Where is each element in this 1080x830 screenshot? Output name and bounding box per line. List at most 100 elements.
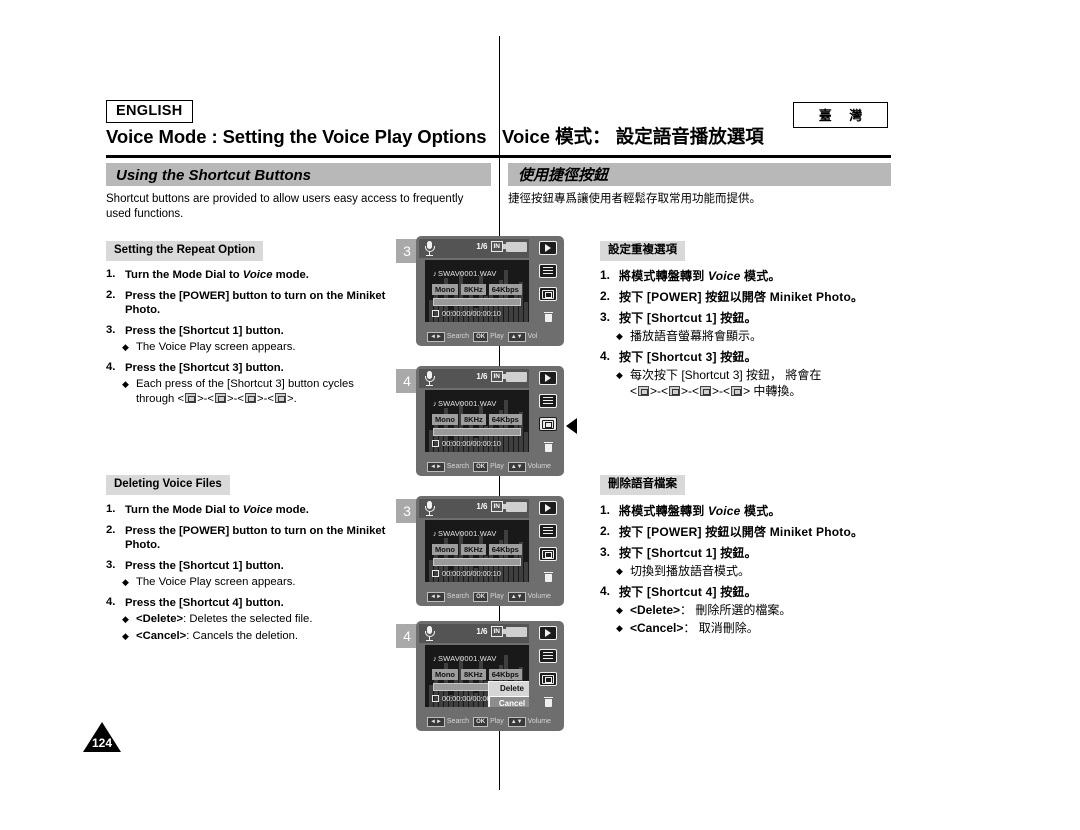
- step-number: 1.: [600, 268, 611, 282]
- hint-search: ◄► Search: [427, 591, 469, 602]
- lcd-content: ♪SWAV0001.WAV Mono 8KHz 64Kbps 00:00:00/…: [425, 260, 529, 322]
- delete-option-label: <Delete>: [136, 613, 184, 625]
- step-item: 3. Press the [Shortcut 1] button. ◆ The V…: [106, 324, 396, 355]
- device-screenshot-3: 3 1/6 IN ♪SWAV0001.WAV Mono 8KHz 64Kbps …: [396, 496, 564, 606]
- shortcut-2-filelist-button[interactable]: [539, 649, 557, 663]
- play-icon: [545, 629, 551, 637]
- lcd-hint-bar: ◄► Search OK Play ▲▼ Volume: [419, 460, 551, 473]
- audio-channel-tag: Mono: [432, 284, 458, 295]
- file-list-icon: [543, 266, 553, 276]
- step-text: 按下 [Shortcut 1] 按鈕。: [619, 546, 757, 560]
- music-note-icon: ♪: [433, 654, 437, 663]
- popup-delete-option[interactable]: Delete: [489, 682, 529, 696]
- shortcut-4-delete-button[interactable]: [539, 310, 557, 324]
- step-bullet: ◆ <Cancel>: Cancels the deletion.: [122, 629, 299, 642]
- step-number: 2.: [600, 289, 611, 303]
- hint-play: OK Play: [473, 716, 504, 727]
- shortcut-button-column: [531, 499, 561, 603]
- repeat-icon: [542, 674, 554, 684]
- step-text: Press the [POWER] button to turn on the …: [125, 289, 386, 317]
- step-bullet: ◆ 每次按下 [Shortcut 3] 按鈕， 將會在 < >-< >-< >-< > 中…: [616, 368, 822, 398]
- battery-icon: [503, 371, 527, 382]
- step-number: 4.: [600, 349, 611, 363]
- battery-icon: [503, 501, 527, 512]
- diamond-bullet-icon: ◆: [616, 605, 623, 615]
- shortcut-1-play-button[interactable]: [539, 501, 557, 515]
- step-number: 4.: [600, 584, 611, 598]
- shortcut-3-repeat-button[interactable]: [539, 547, 557, 561]
- step-item: 2. Press the [POWER] button to turn on t…: [106, 289, 396, 318]
- shortcut-4-delete-button[interactable]: [539, 695, 557, 709]
- diamond-bullet-icon: ◆: [616, 623, 623, 633]
- audio-bitrate-tag: 64Kbps: [488, 669, 522, 680]
- repeat-all-icon: [638, 386, 650, 396]
- hint-play: OK Play: [473, 331, 504, 342]
- shortcut-2-filelist-button[interactable]: [539, 524, 557, 538]
- shortcut-2-filelist-button[interactable]: [539, 264, 557, 278]
- hint-search: ◄► Search: [427, 716, 469, 727]
- audio-bitrate-tag: 64Kbps: [488, 284, 522, 295]
- stop-icon: [432, 440, 439, 447]
- hint-play: OK Play: [473, 461, 504, 472]
- shortcut-1-play-button[interactable]: [539, 626, 557, 640]
- shortcut-3-repeat-button[interactable]: [539, 672, 557, 686]
- audio-format-tags: Mono 8KHz 64Kbps: [432, 284, 522, 295]
- shortcut-button-column: [531, 369, 561, 473]
- play-icon: [545, 374, 551, 382]
- callout-pointer-icon: [566, 418, 577, 434]
- lcd-status-bar: 1/6 IN: [419, 499, 529, 518]
- shortcut-2-filelist-button[interactable]: [539, 394, 557, 408]
- popup-cancel-option[interactable]: Cancel: [489, 696, 529, 707]
- file-counter: 1/6: [476, 627, 488, 636]
- step-number: 1.: [106, 268, 116, 280]
- music-note-icon: ♪: [433, 399, 437, 408]
- playback-progress-bar[interactable]: [433, 298, 521, 306]
- step-number: 2.: [106, 523, 116, 536]
- shortcut-4-delete-button[interactable]: [539, 440, 557, 454]
- diamond-bullet-icon: ◆: [616, 331, 623, 341]
- hint-volume: ▲▼ Volume: [507, 716, 551, 727]
- section-bar-english: Using the Shortcut Buttons: [106, 163, 491, 186]
- chip-repeat-chinese: 設定重複選項: [600, 241, 685, 261]
- step-bullet: ◆ <Cancel>： 取消刪除。: [616, 621, 759, 635]
- playback-progress-bar[interactable]: [433, 558, 521, 566]
- page-title-english: Voice Mode : Setting the Voice Play Opti…: [106, 126, 487, 147]
- lcd-status-bar: 1/6 IN: [419, 239, 529, 258]
- delete-option-label: <Delete>: [630, 603, 681, 617]
- audio-channel-tag: Mono: [432, 544, 458, 555]
- device-screenshot-4: 4 1/6 IN ♪SWAV0001.WAV Mono 8KHz 64Kbps …: [396, 621, 564, 731]
- lcd-screen: 1/6 IN ♪SWAV0001.WAV Mono 8KHz 64Kbps 00…: [416, 366, 564, 476]
- repeat-one-icon: [215, 392, 227, 403]
- repeat-random-icon: [245, 392, 256, 403]
- shortcut-4-delete-button[interactable]: [539, 570, 557, 584]
- diamond-bullet-icon: ◆: [616, 566, 623, 576]
- hint-volume: ▲▼ Vol: [507, 331, 537, 342]
- hint-search: ◄► Search: [427, 461, 469, 472]
- shortcut-3-repeat-button[interactable]: [539, 287, 557, 301]
- step-item: 4. 按下 [Shortcut 4] 按鈕。 ◆ <Delete>： 刪除所選的檔…: [600, 584, 890, 636]
- storage-indicator: IN: [490, 501, 503, 512]
- shortcut-1-play-button[interactable]: [539, 241, 557, 255]
- play-icon: [545, 504, 551, 512]
- diamond-bullet-icon: ◆: [122, 630, 129, 641]
- trash-icon: [543, 311, 553, 323]
- step-text: 按下 [POWER] 按鈕以開啓 Miniket Photo。: [619, 525, 864, 539]
- lcd-hint-bar: ◄► Search OK Play ▲▼ Volume: [419, 715, 551, 728]
- shortcut-1-play-button[interactable]: [539, 371, 557, 385]
- file-counter: 1/6: [476, 242, 488, 251]
- file-list-icon: [543, 396, 553, 406]
- playback-time: 00:00:00/00:00:10: [432, 569, 501, 578]
- step-text: Press the [Shortcut 1] button.: [125, 559, 284, 572]
- chip-repeat-english: Setting the Repeat Option: [106, 241, 264, 261]
- steps-delete-english: 1. Turn the Mode Dial to Voice mode. 2. …: [106, 503, 396, 649]
- voice-filename: ♪SWAV0001.WAV: [433, 654, 497, 663]
- step-item: 2. 按下 [POWER] 按鈕以開啓 Miniket Photo。: [600, 524, 890, 540]
- shortcut-3-repeat-button[interactable]: [539, 417, 557, 431]
- audio-format-tags: Mono 8KHz 64Kbps: [432, 414, 522, 425]
- audio-samplerate-tag: 8KHz: [461, 414, 486, 425]
- audio-samplerate-tag: 8KHz: [461, 544, 486, 555]
- playback-progress-bar[interactable]: [433, 428, 521, 436]
- step-item: 1. 將模式轉盤轉到 Voice 模式。: [600, 268, 890, 284]
- step-text: Press the [Shortcut 4] button.: [125, 596, 284, 609]
- audio-channel-tag: Mono: [432, 669, 458, 680]
